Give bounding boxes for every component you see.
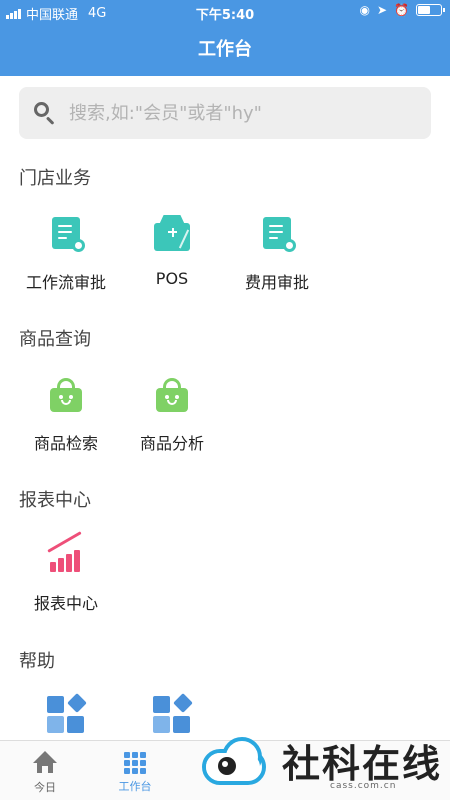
- pos-terminal-icon: [152, 215, 192, 255]
- grid-item-product-search[interactable]: 商品检索: [16, 376, 116, 454]
- watermark-logo: 社科在线 cass.com.cn: [198, 727, 448, 797]
- section-title-help: 帮助: [19, 651, 55, 672]
- rotation-lock-icon: ◉: [359, 3, 370, 17]
- grid-item-expense-approval[interactable]: 费用审批: [227, 215, 327, 293]
- grid-item-report-center[interactable]: 报表中心: [16, 531, 116, 614]
- grid-item-label: 费用审批: [244, 273, 309, 292]
- shopping-bag-icon: [152, 376, 192, 416]
- grid-item-label: 商品检索: [33, 434, 98, 453]
- page-title: 工作台: [198, 39, 252, 60]
- grid-item-pos[interactable]: POS: [122, 215, 222, 288]
- shopping-bag-icon: [46, 376, 86, 416]
- grid-item-label: 商品分析: [139, 434, 204, 453]
- location-arrow-icon: ➤: [376, 3, 388, 17]
- app-grid-icon: [46, 693, 87, 735]
- expense-document-icon: [257, 215, 297, 255]
- app-grid-icon: [152, 693, 193, 735]
- battery-level: [418, 6, 430, 14]
- grid-item-label: POS: [155, 269, 189, 288]
- tab-label: 工作台: [118, 780, 152, 793]
- search-icon: [33, 101, 57, 125]
- status-bar: 中国联通 4G 下午5:40 ◉ ➤ ⏰: [0, 0, 450, 24]
- status-right: ◉ ➤ ⏰: [359, 3, 445, 17]
- tab-today[interactable]: 今日: [0, 741, 90, 800]
- grid-item-product-analysis[interactable]: 商品分析: [122, 376, 222, 454]
- apps-grid-icon: [124, 752, 146, 774]
- cloud-logo-icon: [202, 737, 274, 789]
- home-icon: [33, 751, 57, 775]
- battery-icon: [416, 4, 445, 16]
- watermark-title: 社科在线: [282, 741, 443, 786]
- watermark-subtitle: cass.com.cn: [330, 781, 397, 791]
- nav-bar: 工作台: [0, 24, 450, 76]
- grid-item-label: 工作流审批: [25, 273, 106, 292]
- bar-chart-trend-icon: [46, 531, 86, 576]
- workflow-document-icon: [46, 215, 86, 255]
- tab-label: 今日: [34, 781, 56, 794]
- tab-workbench[interactable]: 工作台: [90, 741, 180, 800]
- section-title-product-query: 商品查询: [19, 329, 91, 350]
- section-title-store-business: 门店业务: [19, 168, 91, 189]
- grid-item-workflow-approval[interactable]: 工作流审批: [16, 215, 116, 293]
- grid-item-help-1[interactable]: [16, 693, 116, 735]
- search-input[interactable]: [69, 102, 399, 124]
- alarm-icon: ⏰: [394, 3, 409, 17]
- search-bar[interactable]: [19, 87, 431, 139]
- grid-item-label: 报表中心: [33, 594, 98, 613]
- section-title-report-center: 报表中心: [19, 490, 91, 511]
